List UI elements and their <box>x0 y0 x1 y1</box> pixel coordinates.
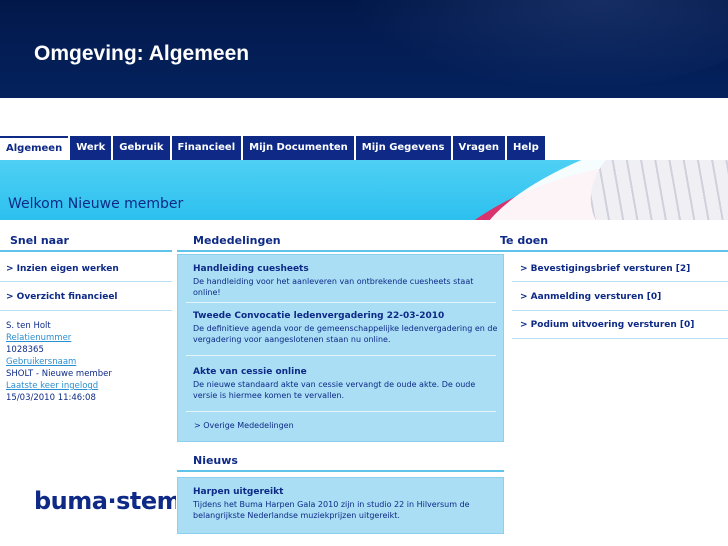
todo-podium-uitvoering[interactable]: > Podium uitvoering versturen [0] <box>520 320 694 330</box>
last-login-label[interactable]: Laatste keer ingelogd <box>6 380 112 392</box>
username-value: SHOLT - Nieuwe member <box>6 369 112 379</box>
news-panel: Harpen uitgereikt Tijdens het Buma Harpe… <box>177 477 504 534</box>
tab-werk[interactable]: Werk <box>70 136 112 160</box>
user-info: S. ten Holt Relatienummer 1028365 Gebrui… <box>6 320 112 404</box>
announcement-separator <box>186 411 496 412</box>
announcement-item[interactable]: Handleiding cuesheets De handleiding voo… <box>193 264 473 298</box>
slide-header: Omgeving: Algemeen <box>0 0 728 98</box>
announcement-text-line: vergadering voor aangeslotenen staan nu … <box>193 335 391 344</box>
announcement-title[interactable]: Akte van cessie online <box>193 367 475 377</box>
announcement-text-line: De nieuwe standaard akte van cessie verv… <box>193 380 476 389</box>
announcement-text-line: versie is hiermee komen te vervallen. <box>193 391 345 400</box>
todo-aanmelding[interactable]: > Aanmelding versturen [0] <box>520 292 661 302</box>
middle-column-rule <box>177 250 504 252</box>
heading-snel-naar: Snel naar <box>10 234 69 247</box>
todo-separator-3 <box>512 338 728 339</box>
news-item[interactable]: Harpen uitgereikt Tijdens het Buma Harpe… <box>193 487 470 521</box>
announcement-item[interactable]: Tweede Convocatie ledenvergadering 22-03… <box>193 311 497 345</box>
todo-bevestigingsbrief[interactable]: > Bevestigingsbrief versturen [2] <box>520 264 690 274</box>
announcement-item[interactable]: Akte van cessie online De nieuwe standaa… <box>193 367 475 401</box>
announcement-title[interactable]: Tweede Convocatie ledenvergadering 22-03… <box>193 311 497 321</box>
announcement-text-line: online! <box>193 288 221 297</box>
announcement-separator <box>186 355 496 356</box>
username-label[interactable]: Gebruikersnaam <box>6 356 112 368</box>
tab-mijn-documenten[interactable]: Mijn Documenten <box>243 136 354 160</box>
portal-banner: Welkom Nieuwe member <box>0 160 728 220</box>
portal-screenshot: Algemeen Werk Gebruik Financieel Mijn Do… <box>0 134 728 546</box>
announcement-text: De nieuwe standaard akte van cessie verv… <box>193 379 475 401</box>
todo-separator-1 <box>512 281 728 282</box>
slide-title: Omgeving: Algemeen <box>34 42 250 65</box>
todo-separator-2 <box>512 310 728 311</box>
announcement-text-line: De definitieve agenda voor de gemeenscha… <box>193 324 498 333</box>
relation-number-value: 1028365 <box>6 345 44 355</box>
tab-financieel[interactable]: Financieel <box>171 136 242 160</box>
left-separator-1 <box>0 281 172 282</box>
heading-mededelingen: Mededelingen <box>193 234 281 247</box>
welcome-text: Welkom Nieuwe member <box>8 196 184 212</box>
announcements-panel: Handleiding cuesheets De handleiding voo… <box>177 254 504 442</box>
news-text-line: belangrijkste Nederlandse muziekprijzen … <box>193 511 400 520</box>
tab-mijn-gegevens[interactable]: Mijn Gegevens <box>355 136 451 160</box>
left-column-rule <box>0 250 172 252</box>
link-overige-mededelingen[interactable]: > Overige Mededelingen <box>194 421 294 430</box>
relation-number-label[interactable]: Relatienummer <box>6 332 112 344</box>
tab-vragen[interactable]: Vragen <box>452 136 505 160</box>
announcement-text: De handleiding voor het aanleveren van o… <box>193 276 473 298</box>
main-tabs: Algemeen Werk Gebruik Financieel Mijn Do… <box>0 136 547 160</box>
buma-stemra-logo: buma·stemra <box>34 487 176 515</box>
heading-te-doen: Te doen <box>500 234 549 247</box>
last-login-value: 15/03/2010 11:46:08 <box>6 393 96 403</box>
announcement-text: De definitieve agenda voor de gemeenscha… <box>193 323 497 345</box>
news-text: Tijdens het Buma Harpen Gala 2010 zijn i… <box>193 499 470 521</box>
link-inzien-eigen-werken[interactable]: > Inzien eigen werken <box>6 264 119 274</box>
banner-sheet-music <box>579 160 728 220</box>
announcement-title[interactable]: Handleiding cuesheets <box>193 264 473 274</box>
news-title[interactable]: Harpen uitgereikt <box>193 487 470 497</box>
header-decoration <box>348 0 728 90</box>
tab-algemeen[interactable]: Algemeen <box>0 136 69 160</box>
tab-gebruik[interactable]: Gebruik <box>113 136 170 160</box>
right-column-rule <box>500 250 728 252</box>
announcement-text-line: De handleiding voor het aanleveren van o… <box>193 277 474 286</box>
news-rule <box>177 470 504 472</box>
heading-nieuws: Nieuws <box>193 454 238 467</box>
news-text-line: Tijdens het Buma Harpen Gala 2010 zijn i… <box>193 500 470 509</box>
link-overzicht-financieel[interactable]: > Overzicht financieel <box>6 292 118 302</box>
announcement-separator <box>186 302 496 303</box>
left-separator-2 <box>0 310 172 311</box>
tab-help[interactable]: Help <box>506 136 545 160</box>
user-name: S. ten Holt <box>6 321 51 331</box>
